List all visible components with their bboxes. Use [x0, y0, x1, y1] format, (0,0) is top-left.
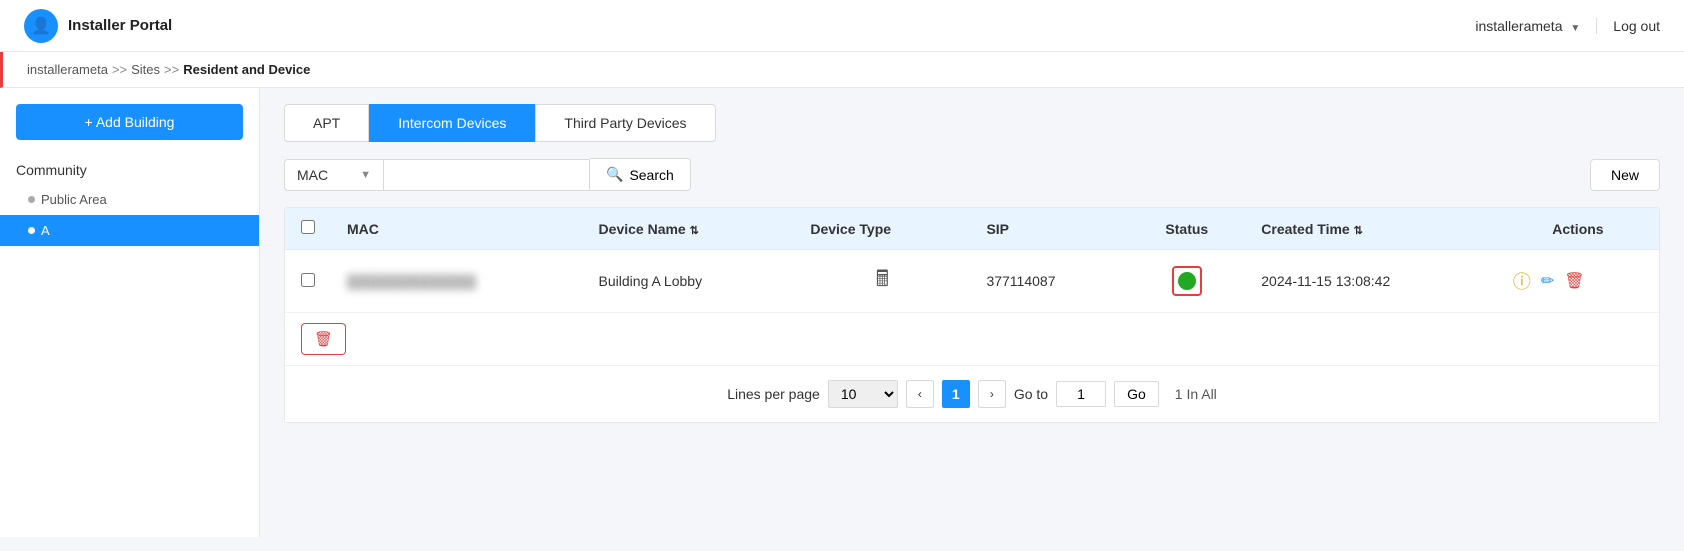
breadcrumb-part3: Resident and Device — [183, 62, 310, 77]
toolbar: MAC ▼ 🔍 Search New — [284, 158, 1660, 191]
goto-input[interactable] — [1056, 381, 1106, 407]
search-icon: 🔍 — [606, 166, 623, 183]
chevron-down-icon: ▼ — [360, 169, 371, 181]
goto-label: Go to — [1014, 386, 1048, 402]
td-device-name: Building A Lobby — [583, 250, 795, 313]
status-cell — [1144, 266, 1229, 296]
sidebar: + Add Building Community Public Area A — [0, 88, 260, 537]
next-icon: › — [990, 387, 994, 401]
lines-per-page-select[interactable]: 10 20 50 — [828, 380, 898, 408]
info-button[interactable]: ⓘ — [1513, 268, 1531, 294]
mac-value: ██████████████ — [347, 274, 476, 289]
chevron-down-icon: ▼ — [1570, 23, 1580, 34]
sort-icon: ⇅ — [1354, 225, 1363, 237]
dot-icon — [28, 227, 35, 234]
tab-bar: APT Intercom Devices Third Party Devices — [284, 104, 1660, 142]
table-container: MAC Device Name ⇅ Device Type SIP Status… — [284, 207, 1660, 423]
edit-button[interactable]: ✏ — [1541, 271, 1554, 291]
avatar-icon: 👤 — [31, 16, 51, 36]
go-button[interactable]: Go — [1114, 381, 1159, 407]
header-left: 👤 Installer Portal — [24, 9, 172, 43]
row-checkbox[interactable] — [301, 273, 315, 287]
tab-third-party-devices[interactable]: Third Party Devices — [535, 104, 715, 142]
total-label: 1 In All — [1175, 386, 1217, 402]
th-sip: SIP — [970, 208, 1128, 250]
device-name-value: Building A Lobby — [599, 273, 703, 289]
td-sip: 377114087 — [970, 250, 1128, 313]
app-title: Installer Portal — [68, 17, 172, 34]
actions-cell: ⓘ ✏ 🗑 — [1513, 268, 1643, 294]
table-row: ██████████████ Building A Lobby 🖩 377114… — [285, 250, 1659, 313]
sidebar-section-title: Community — [0, 156, 259, 184]
status-online-dot — [1178, 272, 1196, 290]
bulk-delete-row: 🗑 — [285, 313, 1659, 365]
tab-apt[interactable]: APT — [284, 104, 369, 142]
search-label: Search — [629, 167, 673, 183]
th-created-time: Created Time ⇅ — [1245, 208, 1497, 250]
breadcrumb-part1: installerameta — [27, 62, 108, 77]
logout-button[interactable]: Log out — [1596, 18, 1660, 34]
th-checkbox — [285, 208, 331, 250]
current-page-number[interactable]: 1 — [942, 380, 970, 408]
delete-row-button[interactable]: 🗑 — [1564, 271, 1584, 291]
breadcrumb-sep1: >> — [112, 62, 127, 77]
sidebar-item-public-area[interactable]: Public Area — [0, 184, 259, 215]
main-layout: + Add Building Community Public Area A A… — [0, 88, 1684, 537]
th-status: Status — [1128, 208, 1245, 250]
avatar: 👤 — [24, 9, 58, 43]
username-label: installerameta — [1475, 18, 1562, 34]
td-status — [1128, 250, 1245, 313]
search-button[interactable]: 🔍 Search — [590, 158, 691, 191]
sidebar-item-a[interactable]: A — [0, 215, 259, 246]
add-building-button[interactable]: + Add Building — [16, 104, 243, 140]
new-button[interactable]: New — [1590, 159, 1660, 191]
header: 👤 Installer Portal installerameta ▼ Log … — [0, 0, 1684, 52]
th-actions: Actions — [1497, 208, 1659, 250]
sip-value: 377114087 — [986, 273, 1055, 289]
breadcrumb: installerameta >> Sites >> Resident and … — [0, 52, 1684, 88]
next-page-button[interactable]: › — [978, 380, 1006, 408]
prev-icon: ‹ — [918, 387, 922, 401]
prev-page-button[interactable]: ‹ — [906, 380, 934, 408]
th-mac: MAC — [331, 208, 583, 250]
toolbar-left: MAC ▼ 🔍 Search — [284, 158, 691, 191]
tab-intercom-devices[interactable]: Intercom Devices — [369, 104, 535, 142]
device-type-icon: 🖩 — [876, 266, 889, 291]
sidebar-item-label: A — [41, 223, 50, 238]
th-device-type: Device Type — [794, 208, 970, 250]
table-header-row: MAC Device Name ⇅ Device Type SIP Status… — [285, 208, 1659, 250]
search-input[interactable] — [384, 159, 590, 191]
th-device-name: Device Name ⇅ — [583, 208, 795, 250]
sort-icon: ⇅ — [690, 225, 699, 237]
devices-table: MAC Device Name ⇅ Device Type SIP Status… — [285, 208, 1659, 313]
td-device-type: 🖩 — [794, 250, 970, 313]
td-mac: ██████████████ — [331, 250, 583, 313]
user-menu[interactable]: installerameta ▼ — [1475, 18, 1580, 34]
td-actions: ⓘ ✏ 🗑 — [1497, 250, 1659, 313]
select-all-checkbox[interactable] — [301, 220, 315, 234]
content-area: APT Intercom Devices Third Party Devices… — [260, 88, 1684, 537]
td-checkbox — [285, 250, 331, 313]
breadcrumb-sep2: >> — [164, 62, 179, 77]
td-created-time: 2024-11-15 13:08:42 — [1245, 250, 1497, 313]
created-time-value: 2024-11-15 13:08:42 — [1261, 273, 1390, 289]
header-right: installerameta ▼ Log out — [1475, 18, 1660, 34]
dot-icon — [28, 196, 35, 203]
filter-select[interactable]: MAC ▼ — [284, 159, 384, 191]
bulk-delete-button[interactable]: 🗑 — [301, 323, 346, 355]
filter-select-label: MAC — [297, 167, 328, 183]
pagination: Lines per page 10 20 50 ‹ 1 › Go to Go 1… — [285, 365, 1659, 422]
status-dot-wrapper — [1172, 266, 1202, 296]
breadcrumb-part2: Sites — [131, 62, 160, 77]
sidebar-item-label: Public Area — [41, 192, 107, 207]
lines-per-page-label: Lines per page — [727, 386, 820, 402]
